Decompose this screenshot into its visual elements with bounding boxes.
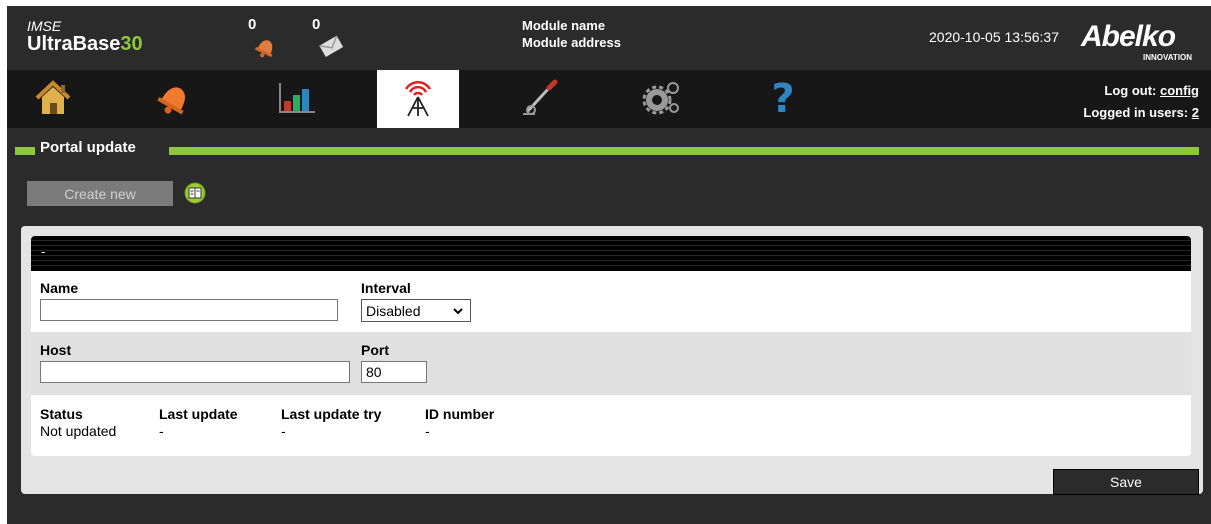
name-input[interactable] bbox=[40, 299, 338, 321]
brand-number: 30 bbox=[120, 33, 143, 55]
logged-in-label: Logged in users: bbox=[1083, 105, 1189, 120]
chart-icon bbox=[277, 81, 317, 118]
save-button[interactable]: Save bbox=[1053, 469, 1199, 495]
card-header: - bbox=[31, 236, 1191, 271]
section-title: Portal update bbox=[40, 139, 136, 156]
nav-help[interactable]: ? bbox=[742, 70, 824, 128]
interval-label: Interval bbox=[361, 280, 411, 296]
home-icon bbox=[34, 79, 72, 120]
host-label: Host bbox=[40, 342, 72, 358]
settings-gears-icon bbox=[639, 78, 683, 121]
module-info: Module name Module address bbox=[522, 17, 621, 51]
id-number-value: - bbox=[425, 423, 430, 439]
logout-label: Log out: bbox=[1104, 83, 1157, 98]
help-icon: ? bbox=[771, 76, 795, 122]
port-label: Port bbox=[361, 342, 389, 358]
host-input[interactable] bbox=[40, 361, 350, 383]
abelko-logo-sub: INNOVATION bbox=[1143, 53, 1193, 62]
status-value: Not updated bbox=[40, 423, 117, 439]
main-frame: IMSE UltraBase30 0 0 Module name Module … bbox=[7, 6, 1211, 524]
section-header: Portal update bbox=[7, 138, 1211, 160]
abelko-logo: Abelko bbox=[1081, 20, 1176, 53]
antenna-tower-icon bbox=[398, 77, 438, 122]
nav-charts[interactable] bbox=[256, 70, 338, 128]
logout-row: Log out: config bbox=[1083, 80, 1199, 102]
portal-panel: - Name Interval Disabled Host Port 80 St… bbox=[21, 226, 1203, 495]
tools-icon bbox=[519, 78, 561, 121]
header: IMSE UltraBase30 0 0 Module name Module … bbox=[7, 6, 1211, 70]
section-accent-left bbox=[15, 147, 35, 155]
status-header: Status bbox=[40, 406, 83, 422]
chevron-down-icon bbox=[452, 304, 464, 321]
app-root: IMSE UltraBase30 0 0 Module name Module … bbox=[0, 0, 1211, 524]
logged-in-count-link[interactable]: 2 bbox=[1192, 105, 1199, 120]
row-host-port: Host Port bbox=[31, 332, 1191, 395]
nav-alarms[interactable] bbox=[134, 70, 216, 128]
brand-name-text: UltraBase bbox=[27, 33, 121, 55]
brand-small: IMSE bbox=[27, 18, 62, 34]
brand-name: UltraBase30 bbox=[27, 33, 143, 56]
info-book-icon[interactable] bbox=[184, 182, 206, 207]
name-label: Name bbox=[40, 280, 79, 296]
last-update-try-value: - bbox=[281, 423, 286, 439]
logout-link[interactable]: config bbox=[1160, 83, 1199, 98]
message-count: 0 bbox=[312, 16, 321, 33]
alarm-bell-icon bbox=[154, 78, 196, 121]
user-info: Log out: config Logged in users: 2 bbox=[1083, 80, 1199, 124]
nav-portal[interactable] bbox=[377, 70, 459, 128]
module-address-label: Module address bbox=[522, 35, 621, 50]
last-update-value: - bbox=[159, 423, 164, 439]
row-name-interval: Name Interval Disabled bbox=[31, 271, 1191, 332]
last-update-try-header: Last update try bbox=[281, 406, 382, 422]
portal-card: - Name Interval Disabled Host Port 80 St… bbox=[31, 236, 1191, 456]
datetime: 2020-10-05 13:56:37 bbox=[929, 29, 1059, 45]
create-new-button[interactable]: Create new bbox=[27, 181, 173, 206]
card-header-text: - bbox=[41, 244, 46, 259]
main-nav: ? Log out: config Logged in users: 2 bbox=[7, 70, 1211, 128]
id-number-header: ID number bbox=[425, 406, 495, 422]
interval-value: Disabled bbox=[366, 302, 421, 319]
logged-in-row: Logged in users: 2 bbox=[1083, 102, 1199, 124]
alarm-bell-icon[interactable] bbox=[251, 34, 281, 63]
module-name-label: Module name bbox=[522, 18, 606, 33]
nav-settings[interactable] bbox=[620, 70, 702, 128]
last-update-header: Last update bbox=[159, 406, 238, 422]
nav-home[interactable] bbox=[12, 70, 94, 128]
envelope-icon[interactable] bbox=[317, 34, 345, 61]
nav-tools[interactable] bbox=[499, 70, 581, 128]
port-input[interactable] bbox=[361, 361, 427, 383]
interval-select[interactable]: Disabled bbox=[361, 299, 471, 322]
row-status: Status Last update Last update try ID nu… bbox=[31, 395, 1191, 456]
alarm-count: 0 bbox=[248, 16, 257, 33]
section-accent-right bbox=[169, 147, 1199, 155]
